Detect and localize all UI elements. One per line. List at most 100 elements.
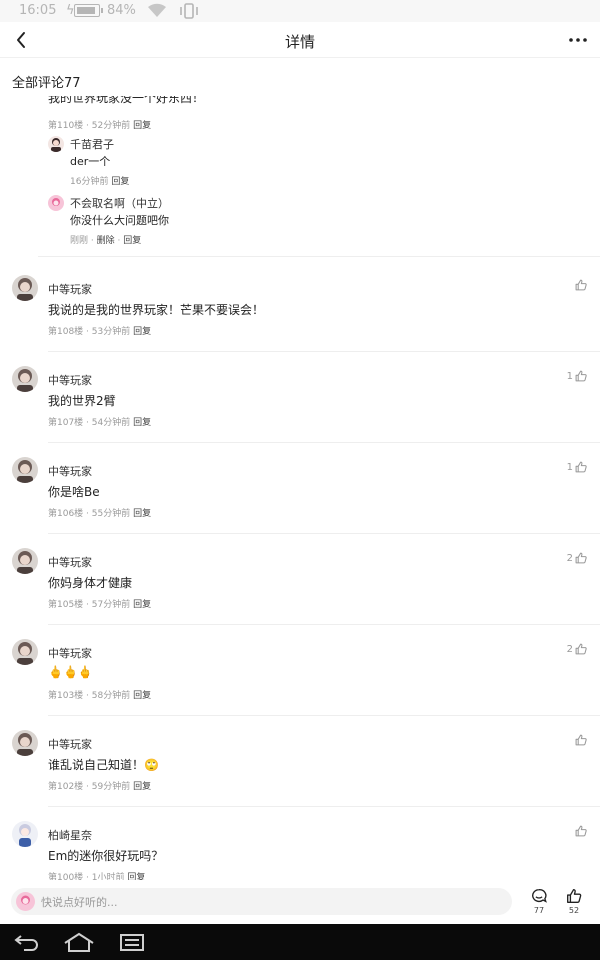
my-avatar — [16, 892, 35, 911]
avatar[interactable] — [12, 275, 38, 301]
avatar[interactable] — [48, 195, 64, 211]
like-count: 1 — [566, 461, 573, 473]
like-button[interactable]: 1 — [567, 459, 588, 475]
comment-text: 我说的是我的世界玩家！芒果不要误会！ — [48, 303, 265, 317]
comment-text: Em的迷你很好玩吗？ — [48, 849, 164, 863]
thumb-up-icon — [575, 552, 587, 564]
avatar[interactable] — [12, 548, 38, 574]
android-home-icon[interactable] — [62, 932, 96, 952]
comment-item[interactable]: 中等玩家 你妈身体才健康 第105楼 · 57分钟前 回复 2 — [0, 534, 600, 625]
floor-number: 第102楼 — [48, 782, 84, 792]
comment-item[interactable]: 柏崎星奈 Em的迷你很好玩吗？ 第100楼 · 1小时前 回复 — [0, 807, 600, 880]
sub-comment-block: 千苗君子 der一个 16分钟前 回复 不会取名啊（中立） 你没什么大问题吧你 … — [38, 130, 600, 257]
reply-button[interactable]: 回复 — [133, 600, 151, 610]
battery-percent: 84% — [107, 3, 136, 18]
comment-item[interactable]: 中等玩家我说的是我的世界玩家！芒果不要误会！ 第108楼 · 53分钟前 回复 — [0, 261, 600, 352]
comments-header: 全部评论77 — [12, 76, 81, 91]
thumb-up-icon — [575, 461, 587, 473]
like-count-button[interactable]: 52 — [559, 887, 589, 915]
like-count: 1 — [566, 370, 573, 382]
comment-time: 53分钟前 — [91, 327, 131, 337]
comment-meta: 第107楼 · 54分钟前 回复 — [48, 418, 152, 428]
comment-icon — [532, 889, 547, 903]
partial-comment-text: 我的世界玩家没一个好东西！ — [48, 96, 205, 105]
comment-time: 16分钟前 — [70, 177, 109, 187]
avatar[interactable] — [12, 457, 38, 483]
comment-time: 1小时前 — [91, 873, 125, 880]
like-button[interactable]: 2 — [567, 641, 588, 657]
reply-button[interactable]: 回复 — [133, 418, 151, 428]
comment-list[interactable]: 我的世界玩家没一个好东西！ 第110楼 · 52分钟前 回复 千苗君子 der一… — [0, 96, 600, 880]
floor-number: 第108楼 — [48, 327, 84, 337]
avatar[interactable] — [48, 136, 64, 152]
comment-text: 🖕🖕🖕 — [48, 665, 93, 679]
android-recent-icon[interactable] — [118, 932, 148, 952]
comment-count-button[interactable]: 77 — [524, 887, 554, 915]
comment-item[interactable]: 中等玩家 🖕🖕🖕 第103楼 · 58分钟前 回复 2 — [0, 625, 600, 716]
reply-button[interactable]: 回复 — [111, 177, 129, 187]
reply-button[interactable]: 回复 — [133, 691, 151, 701]
comment-username[interactable]: 中等玩家 — [48, 463, 92, 479]
comment-meta: 第103楼 · 58分钟前 回复 — [48, 691, 152, 701]
status-bar: 16:05 ϟ 84% — [0, 0, 600, 22]
comment-username[interactable]: 中等玩家 — [48, 645, 92, 661]
vibrate-icon — [180, 3, 198, 19]
avatar[interactable] — [12, 366, 38, 392]
reply-button[interactable]: 回复 — [123, 236, 141, 246]
thumb-up-icon — [567, 889, 582, 903]
reply-button[interactable]: 回复 — [133, 509, 151, 519]
floor-number: 第103楼 — [48, 691, 84, 701]
thumb-up-icon — [575, 370, 587, 382]
thumb-up-icon — [575, 825, 587, 837]
comment-time: 55分钟前 — [91, 509, 131, 519]
comment-meta: 第108楼 · 53分钟前 回复 — [48, 327, 152, 337]
comment-text: 你妈身体才健康 — [48, 576, 133, 590]
like-button[interactable]: 1 — [567, 368, 588, 384]
comment-username[interactable]: 中等玩家 — [48, 736, 92, 752]
like-button[interactable] — [573, 823, 588, 839]
sub-comment-username[interactable]: 千苗君子 — [70, 136, 114, 152]
avatar[interactable] — [12, 730, 38, 756]
comment-item[interactable]: 中等玩家 你是啥Be 第106楼 · 55分钟前 回复 1 — [0, 443, 600, 534]
like-button[interactable]: 2 — [567, 550, 588, 566]
like-count: 52 — [568, 906, 580, 915]
comment-username[interactable]: 中等玩家 — [48, 281, 92, 297]
page-title: 详情 — [284, 33, 315, 51]
comment-text: 谁乱说自己知道！🙄 — [48, 758, 159, 772]
floor-number: 第105楼 — [48, 600, 84, 610]
more-icon[interactable] — [566, 28, 590, 52]
bottom-bar: 快说点好听的... 77 52 — [0, 880, 600, 924]
comment-username[interactable]: 中等玩家 — [48, 554, 92, 570]
thumb-up-icon — [575, 643, 587, 655]
comment-item[interactable]: 中等玩家 谁乱说自己知道！🙄 第102楼 · 59分钟前 回复 — [0, 716, 600, 807]
comment-time: 59分钟前 — [91, 782, 131, 792]
comment-item[interactable]: 中等玩家 我的世界2臂 第107楼 · 54分钟前 回复 1 — [0, 352, 600, 443]
avatar[interactable] — [12, 639, 38, 665]
sub-comment-text: der一个 — [70, 155, 111, 168]
thumb-up-icon — [575, 734, 587, 746]
comment-time: 54分钟前 — [91, 418, 131, 428]
sub-comment-text: 你没什么大问题吧你 — [70, 214, 169, 227]
like-button[interactable] — [573, 277, 588, 293]
comment-meta: 第106楼 · 55分钟前 回复 — [48, 509, 152, 519]
sub-comment-username[interactable]: 不会取名啊（中立） — [70, 195, 169, 211]
reply-button[interactable]: 回复 — [133, 782, 151, 792]
comment-username[interactable]: 柏崎星奈 — [48, 827, 92, 843]
comment-time: 57分钟前 — [91, 600, 131, 610]
reply-button[interactable]: 回复 — [133, 327, 151, 337]
comment-time: 刚刚 — [70, 236, 89, 246]
comment-meta: 第100楼 · 1小时前 回复 — [48, 870, 145, 880]
sub-comment-meta: 16分钟前 回复 — [70, 174, 129, 187]
battery-icon — [74, 4, 103, 17]
android-back-icon[interactable] — [12, 932, 42, 952]
comment-time: 58分钟前 — [91, 691, 131, 701]
like-count: 2 — [566, 552, 573, 564]
top-nav: 详情 — [0, 22, 600, 58]
avatar[interactable] — [12, 821, 38, 847]
reply-button[interactable]: 回复 — [127, 873, 145, 880]
comment-username[interactable]: 中等玩家 — [48, 372, 92, 388]
wifi-icon — [148, 3, 166, 17]
comment-input[interactable]: 快说点好听的... — [11, 888, 512, 915]
like-button[interactable] — [573, 732, 588, 748]
delete-button[interactable]: 删除 — [97, 236, 115, 246]
